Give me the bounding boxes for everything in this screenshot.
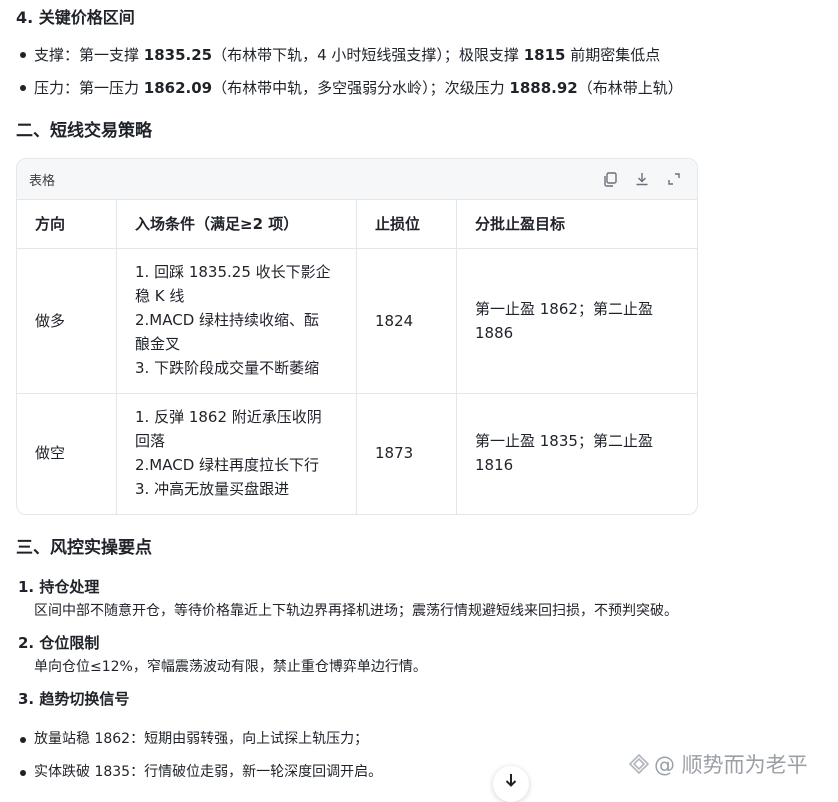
stop-loss-cell: 1824	[375, 312, 414, 330]
support-line: 支撑：第一支撑 1835.25（布林带下轨，4 小时短线强支撑）；极限支撑 18…	[34, 44, 660, 65]
target-line: 第一止盈 1862；第二止盈	[475, 300, 653, 318]
list-item-title: 3. 趋势切换信号	[18, 690, 130, 708]
list-item-desc: 单向仓位≤12%，窄幅震荡波动有限，禁止重仓博弈单边行情。	[34, 659, 427, 675]
target-cell: 第一止盈 1835；第二止盈 1816	[475, 429, 653, 477]
strategy-heading: 二、短线交易策略	[16, 121, 152, 141]
expand-icon[interactable]	[665, 170, 683, 188]
condition-line: 稳 K 线	[135, 287, 185, 305]
list-item-desc: 区间中部不随意开仓，等待价格靠近上下轨边界再择机进场；震荡行情规避短线来回扫损，…	[34, 603, 678, 619]
section-heading: 4. 关键价格区间	[16, 8, 135, 27]
signal-bullet: 放量站稳 1862：短期由弱转强，向上试探上轨压力；	[34, 731, 369, 747]
support-value-2: 1815	[523, 46, 566, 64]
bullet-dot	[20, 737, 26, 743]
condition-line: 1. 反弹 1862 附近承压收阴	[135, 408, 322, 426]
table-header-cell: 止损位	[375, 215, 421, 233]
table-header-cell: 方向	[35, 215, 66, 233]
condition-cell: 1. 反弹 1862 附近承压收阴 回落 2.MACD 绿柱再度拉长下行 3. …	[135, 405, 322, 501]
watermark-text: @ 顺势而为老平	[654, 753, 808, 777]
resistance-line: 压力：第一压力 1862.09（布林带中轨，多空强弱分水岭）；次级压力 1888…	[34, 77, 683, 98]
watermark-logo-icon	[628, 753, 650, 780]
resistance-tail: （布林带上轨）	[577, 79, 683, 97]
support-tail: 前期密集低点	[565, 46, 661, 64]
condition-line: 2.MACD 绿柱再度拉长下行	[135, 456, 320, 474]
condition-line: 回落	[135, 432, 166, 450]
condition-line: 酿金叉	[135, 335, 181, 353]
condition-line: 1. 回踩 1835.25 收长下影企	[135, 263, 331, 281]
direction-cell: 做多	[35, 312, 66, 330]
download-icon[interactable]	[633, 170, 651, 188]
watermark: @ 顺势而为老平	[628, 749, 808, 780]
table-divider	[17, 248, 697, 249]
table-label: 表格	[29, 174, 56, 189]
target-line: 1886	[475, 324, 514, 342]
risk-heading: 三、风控实操要点	[16, 538, 152, 558]
target-line: 1816	[475, 456, 514, 474]
support-note: （布林带下轨，4 小时短线强支撑）；极限支撑	[212, 46, 524, 64]
bullet-dot	[20, 85, 26, 91]
strategy-table-card: 表格 方向 入场条件（满足≥2 项） 止损位 分批止盈目标 做多 1. 回踩 1…	[16, 158, 698, 515]
arrow-down-icon	[503, 772, 519, 792]
table-header-cell: 入场条件（满足≥2 项）	[135, 215, 299, 233]
direction-cell: 做空	[35, 444, 66, 462]
condition-line: 3. 冲高无放量买盘跟进	[135, 480, 290, 498]
table-divider	[17, 393, 697, 394]
resistance-note: （布林带中轨，多空强弱分水岭）；次级压力	[212, 79, 510, 97]
condition-line: 3. 下跌阶段成交量不断萎缩	[135, 359, 320, 377]
list-item-title: 1. 持仓处理	[18, 578, 100, 596]
bullet-dot	[20, 770, 26, 776]
resistance-value-2: 1888.92	[509, 79, 578, 97]
support-label: 支撑：第一支撑	[34, 46, 144, 64]
support-value-1: 1835.25	[143, 46, 213, 64]
target-line: 第一止盈 1835；第二止盈	[475, 432, 653, 450]
copy-icon[interactable]	[601, 170, 619, 188]
scroll-down-button[interactable]	[493, 766, 529, 802]
signal-bullet: 实体跌破 1835：行情破位走弱，新一轮深度回调开启。	[34, 764, 383, 780]
table-header-cell: 分批止盈目标	[475, 215, 566, 233]
table-divider	[116, 200, 117, 514]
table-card-header: 表格	[17, 159, 697, 200]
resistance-value-1: 1862.09	[143, 79, 213, 97]
condition-cell: 1. 回踩 1835.25 收长下影企 稳 K 线 2.MACD 绿柱持续收缩、…	[135, 260, 331, 380]
target-cell: 第一止盈 1862；第二止盈 1886	[475, 297, 653, 345]
stop-loss-cell: 1873	[375, 444, 414, 462]
bullet-dot	[20, 52, 26, 58]
table-divider	[456, 200, 457, 514]
list-item-title: 2. 仓位限制	[18, 634, 100, 652]
resistance-label: 压力：第一压力	[34, 79, 144, 97]
table-divider	[356, 200, 357, 514]
condition-line: 2.MACD 绿柱持续收缩、酝	[135, 311, 320, 329]
